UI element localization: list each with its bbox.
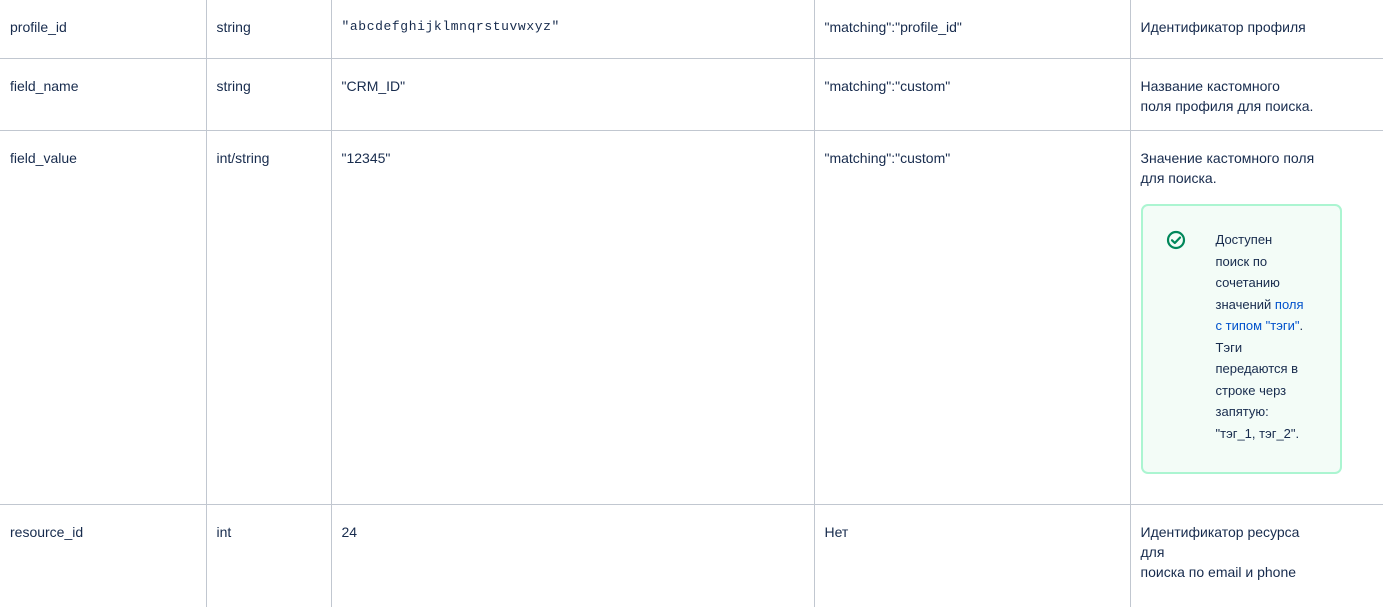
description-line: Значение кастомного поля	[1140, 150, 1315, 166]
param-name-cell: field_name	[0, 58, 207, 131]
info-panel-text: Доступен поиск по сочетанию значений пол…	[1216, 229, 1332, 444]
panel-text: .	[1299, 318, 1304, 333]
param-description-cell: Значение кастомного поля для поиска. Дос…	[1129, 130, 1383, 505]
param-name-cell: field_value	[0, 130, 207, 505]
panel-line: передаются в	[1215, 361, 1299, 376]
param-matching-cell: "matching":"profile_id"	[813, 0, 1131, 59]
description-line: для	[1140, 544, 1165, 560]
param-example-code: "abcdefghijklmnqrstuvwxyz"	[341, 19, 560, 34]
panel-line: сочетанию	[1215, 275, 1280, 290]
param-name-cell: profile_id	[0, 0, 207, 59]
param-example-cell: "CRM_ID"	[330, 58, 815, 131]
param-matching-cell: "matching":"custom"	[813, 58, 1131, 131]
panel-line: с типом "тэги".	[1216, 315, 1332, 337]
param-type-cell: string	[205, 58, 332, 131]
param-name-cell: resource_id	[0, 504, 207, 607]
tags-field-link[interactable]: поля	[1275, 297, 1304, 312]
panel-line: поиск по	[1215, 253, 1268, 269]
panel-line: строке черз	[1215, 382, 1287, 398]
info-panel: Доступен поиск по сочетанию значений пол…	[1140, 204, 1342, 474]
param-description-cell: Название кастомного поля профиля для пои…	[1129, 58, 1383, 131]
panel-text: значений	[1215, 296, 1275, 312]
param-description-cell: Идентификатор профиля	[1129, 0, 1383, 59]
check-circle-icon	[1166, 230, 1185, 250]
table-row: field_value int/string "12345" "matching…	[0, 130, 1383, 505]
param-matching-cell: Нет	[813, 504, 1131, 607]
param-example-cell: "abcdefghijklmnqrstuvwxyz"	[330, 0, 815, 59]
description-line: поиска по email и phone	[1140, 564, 1297, 580]
parameters-table: profile_id string "abcdefghijklmnqrstuvw…	[0, 0, 1383, 607]
param-example-cell: 24	[330, 504, 815, 607]
table-row: resource_id int 24 Нет Идентификатор рес…	[0, 504, 1383, 607]
description-line: Название кастомного	[1140, 78, 1280, 94]
panel-line: Доступен	[1215, 232, 1273, 247]
param-type-cell: int	[205, 504, 332, 607]
panel-line: значений поля	[1216, 294, 1332, 316]
tags-field-link-cont[interactable]: с типом "тэги"	[1216, 318, 1300, 333]
param-type-cell: int/string	[205, 130, 332, 505]
param-type-cell: string	[205, 0, 332, 59]
panel-line: запятую:	[1215, 404, 1269, 419]
description-line: для поиска.	[1140, 170, 1217, 186]
param-description-cell: Идентификатор ресурса для поиска по emai…	[1129, 504, 1383, 607]
table-row: profile_id string "abcdefghijklmnqrstuvw…	[0, 0, 1383, 59]
panel-line: Тэги	[1215, 339, 1243, 355]
param-example-cell: "12345"	[330, 130, 815, 505]
description-line: поля профиля для поиска.	[1140, 98, 1314, 114]
description-line: Идентификатор ресурса	[1140, 524, 1300, 540]
panel-line: "тэг_1, тэг_2".	[1215, 425, 1300, 441]
param-matching-cell: "matching":"custom"	[813, 130, 1131, 505]
table-row: field_name string "CRM_ID" "matching":"c…	[0, 58, 1383, 131]
